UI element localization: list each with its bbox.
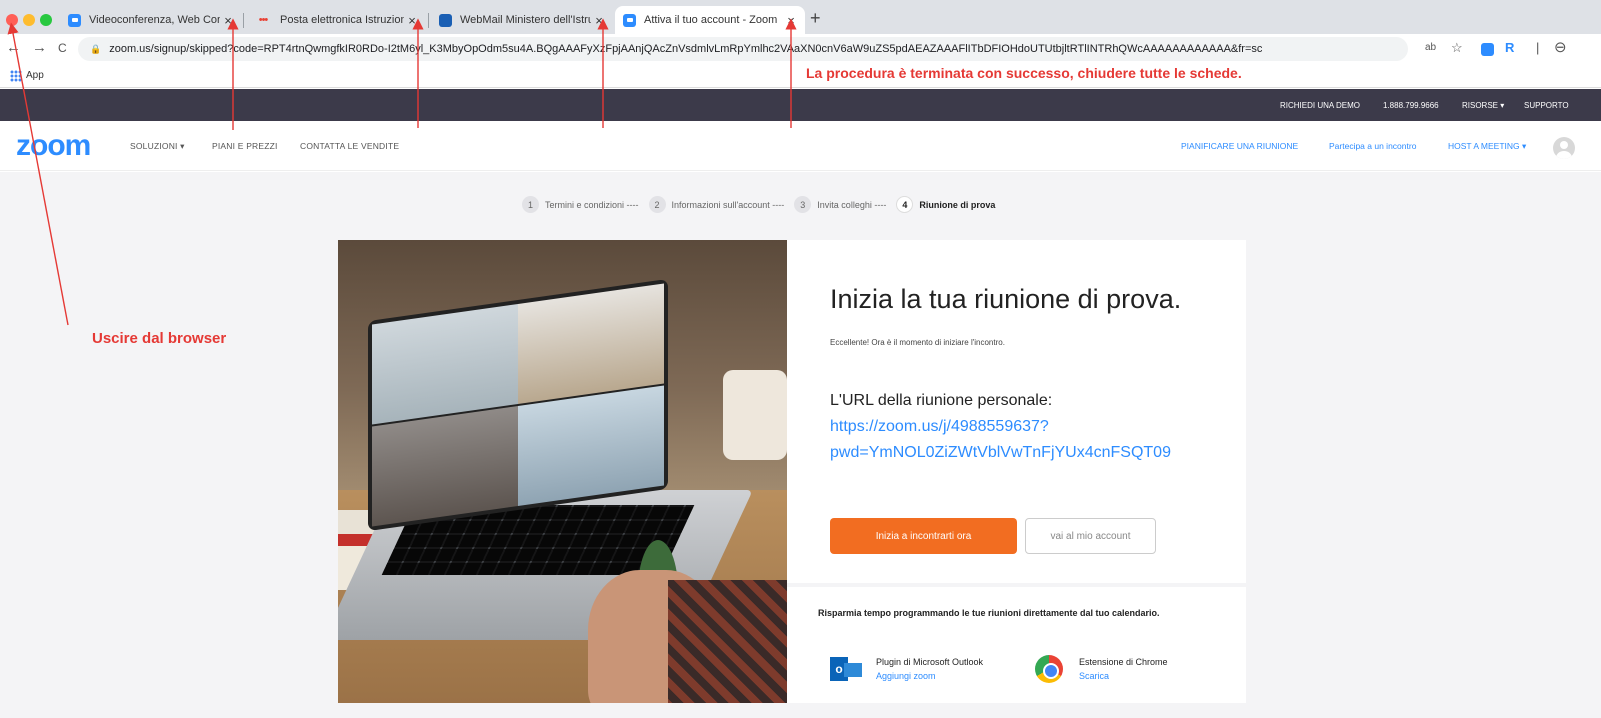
browser-tab[interactable]: WebMail Ministero dell'Istruzio × [431, 6, 613, 34]
browser-toolbar: ← → C 🔒 zoom.us/signup/skipped?code=RPT4… [0, 34, 1601, 64]
my-account-button[interactable]: vai al mio account [1025, 518, 1156, 554]
step-item-current: 4 Riunione di prova [896, 196, 995, 213]
close-tab-icon[interactable]: × [404, 13, 420, 28]
outlook-icon: o [830, 655, 862, 683]
extension-r-icon[interactable]: R [1505, 40, 1514, 55]
host-meeting-menu[interactable]: HOST A MEETING ▾ [1448, 141, 1526, 152]
join-meeting-link[interactable]: Partecipa a un incontro [1329, 141, 1416, 151]
tab-title: Videoconferenza, Web Confere [89, 14, 220, 26]
url-text[interactable]: zoom.us/signup/skipped?code=RPT4rtnQwmgf… [109, 43, 1262, 55]
browser-tab[interactable]: Videoconferenza, Web Confere × [60, 6, 242, 34]
divider: | [1536, 40, 1540, 55]
step-number: 2 [648, 196, 666, 213]
exit-browser-annotation: Uscire dal browser [92, 330, 227, 347]
zoom-icon [623, 13, 636, 27]
chrome-extension-name: Estensione di Chrome [1079, 657, 1168, 667]
tab-separator [428, 13, 429, 28]
request-demo-link[interactable]: RICHIEDI UNA DEMO [1280, 101, 1360, 110]
meeting-url-link[interactable]: https://zoom.us/j/4988559637?pwd=YmNOL0Z… [830, 414, 1230, 466]
zoom-nav: zoom SOLUZIONI ▾ PIANI E PREZZI CONTATTA… [0, 121, 1601, 171]
add-zoom-link[interactable]: Aggiungi zoom [876, 669, 983, 683]
video-meeting-photo [338, 240, 787, 703]
meeting-url-label: L'URL della riunione personale: [830, 392, 1053, 409]
forward-icon[interactable]: → [32, 39, 47, 56]
phone-link[interactable]: 1.888.799.9666 [1383, 101, 1439, 110]
dots-icon: ••• [258, 14, 269, 26]
tab-title: WebMail Ministero dell'Istruzio [460, 14, 591, 26]
tab-title: Attiva il tuo account - Zoom [644, 14, 778, 26]
step-label: Riunione di prova [919, 199, 996, 210]
close-tab-icon[interactable]: × [783, 13, 799, 28]
close-tab-icon[interactable]: × [591, 13, 607, 28]
address-bar[interactable]: 🔒 zoom.us/signup/skipped?code=RPT4rtnQwm… [78, 37, 1408, 61]
zoom-icon [68, 13, 81, 27]
back-icon[interactable]: ← [6, 39, 21, 56]
zoom-logo[interactable]: zoom [16, 129, 91, 163]
tab-title: Posta elettronica Istruzione.it [280, 14, 404, 26]
card-subtitle: Eccellente! Ora è il momento di iniziare… [830, 338, 1005, 347]
star-icon[interactable]: ☆ [1451, 40, 1463, 56]
bookmarks-bar: App [0, 64, 1601, 88]
divider [787, 583, 1246, 587]
reload-icon[interactable]: C [58, 41, 67, 55]
outlook-plugin: o Plugin di Microsoft Outlook Aggiungi z… [830, 655, 983, 683]
step-label: Invita colleghi ---- [817, 199, 887, 210]
contact-sales-link[interactable]: CONTATTA LE VENDITE [300, 141, 399, 151]
start-meeting-button[interactable]: Inizia a incontrarti ora [830, 518, 1017, 554]
chrome-extension: Estensione di Chrome Scarica [1035, 655, 1168, 683]
resources-menu[interactable]: RISORSE ▾ [1462, 101, 1504, 110]
calendar-text: Risparmia tempo programmando le tue riun… [818, 608, 1160, 618]
new-tab-button[interactable]: + [810, 8, 821, 29]
step-label: Termini e condizioni ---- [545, 199, 639, 210]
step-item: 1 Termini e condizioni ---- [522, 196, 639, 213]
close-tab-icon[interactable]: × [220, 13, 236, 28]
step-item: 3 Invita colleghi ---- [794, 196, 886, 213]
window-maximize-button[interactable] [40, 14, 52, 26]
step-number: 1 [522, 196, 539, 213]
window-close-button[interactable] [6, 14, 18, 26]
zoom-extension-icon[interactable] [1481, 43, 1494, 56]
card-title: Inizia la tua riunione di prova. [830, 284, 1182, 314]
avatar[interactable] [1553, 137, 1575, 159]
profile-icon[interactable]: ⊖ [1554, 38, 1567, 56]
chrome-icon [1035, 655, 1063, 683]
signup-steps: 1 Termini e condizioni ---- 2 Informazio… [522, 196, 1005, 213]
step-item: 2 Informazioni sull'account ---- [648, 196, 785, 213]
support-link[interactable]: SUPPORTO [1524, 101, 1569, 110]
browser-tab[interactable]: ••• Posta elettronica Istruzione.it × [246, 6, 426, 34]
plans-pricing-link[interactable]: PIANI E PREZZI [212, 141, 278, 151]
schedule-meeting-link[interactable]: PIANIFICARE UNA RIUNIONE [1181, 141, 1298, 151]
mail-icon [439, 13, 452, 27]
zoom-top-bar: RICHIEDI UNA DEMO 1.888.799.9666 RISORSE… [0, 89, 1601, 121]
window-minimize-button[interactable] [23, 14, 35, 26]
tab-separator [243, 13, 244, 28]
step-number: 4 [896, 196, 914, 213]
download-link[interactable]: Scarica [1079, 669, 1168, 683]
translate-icon[interactable]: ab [1425, 42, 1436, 53]
solutions-menu[interactable]: SOLUZIONI ▾ [130, 141, 185, 152]
trial-meeting-card: Inizia la tua riunione di prova. Eccelle… [787, 240, 1246, 703]
browser-tab-active[interactable]: Attiva il tuo account - Zoom × [615, 6, 805, 34]
apps-grid-icon[interactable] [10, 70, 22, 82]
step-number: 3 [794, 196, 812, 213]
browser-tab-strip: Videoconferenza, Web Confere × ••• Posta… [0, 0, 1601, 34]
lock-icon: 🔒 [90, 43, 102, 54]
success-annotation: La procedura è terminata con successo, c… [806, 65, 1242, 81]
outlook-plugin-name: Plugin di Microsoft Outlook [876, 657, 984, 667]
apps-bookmark[interactable]: App [26, 70, 44, 81]
step-label: Informazioni sull'account ---- [671, 199, 785, 210]
